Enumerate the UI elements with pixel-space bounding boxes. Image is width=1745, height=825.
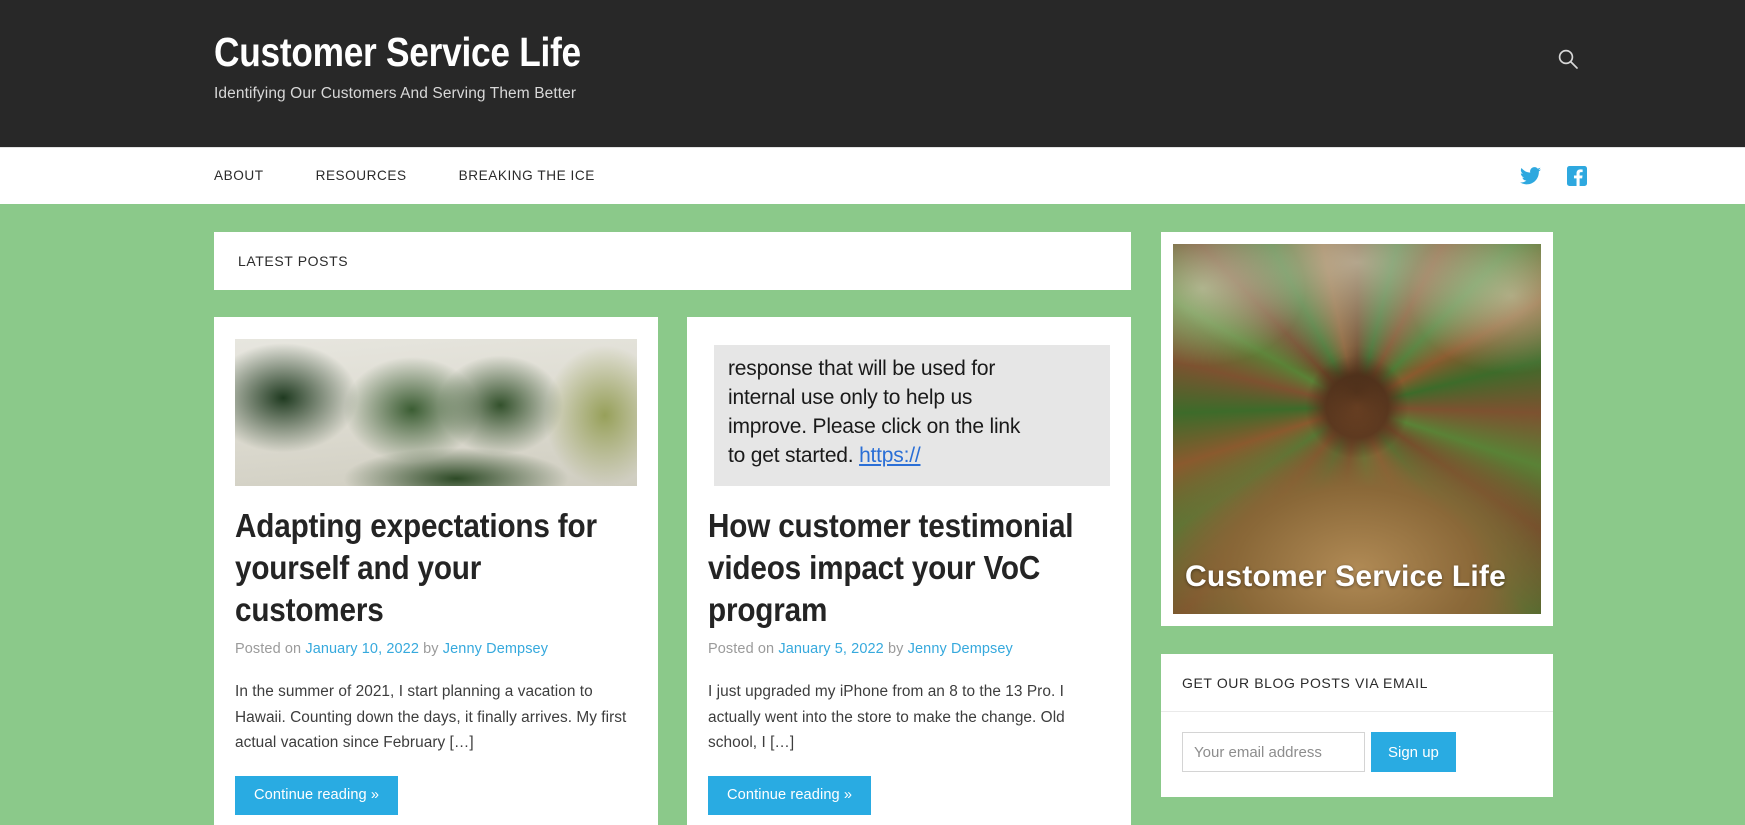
- post-date-link[interactable]: January 10, 2022: [305, 641, 419, 657]
- email-widget-title: GET OUR BLOG POSTS VIA EMAIL: [1161, 654, 1553, 712]
- post-card-inner: Adapting expectations for yourself and y…: [214, 317, 658, 815]
- header-inner: Customer Service Life Identifying Our Cu…: [0, 0, 1745, 103]
- post-date-link[interactable]: January 5, 2022: [778, 641, 884, 657]
- search-icon[interactable]: [1551, 42, 1585, 76]
- latest-posts-heading: LATEST POSTS: [238, 253, 349, 269]
- sidebar-email-widget: GET OUR BLOG POSTS VIA EMAIL Sign up: [1161, 654, 1553, 797]
- nav-link-about[interactable]: ABOUT: [214, 168, 264, 183]
- post-featured-image[interactable]: response that will be used for internal …: [708, 339, 1110, 486]
- email-input[interactable]: [1182, 732, 1365, 772]
- image-caption: Customer Service Life: [1185, 560, 1506, 593]
- by-label: by: [887, 641, 904, 657]
- post-card-inner: response that will be used for internal …: [687, 317, 1131, 815]
- sms-line-4: to get started. https://: [728, 441, 1096, 470]
- main-navigation: ABOUT RESOURCES BREAKING THE ICE: [0, 147, 1745, 204]
- post-title: How customer testimonial videos impact y…: [708, 505, 1110, 631]
- nav-item-resources[interactable]: RESOURCES: [316, 167, 407, 185]
- site-header: Customer Service Life Identifying Our Cu…: [0, 0, 1745, 147]
- posted-on-label: Posted on: [708, 641, 775, 657]
- tree-canopy-photo[interactable]: Customer Service Life: [1173, 244, 1541, 614]
- post-title-link[interactable]: Adapting expectations for yourself and y…: [235, 507, 597, 628]
- by-label: by: [423, 641, 439, 657]
- nav-item-breaking-the-ice[interactable]: BREAKING THE ICE: [459, 167, 595, 185]
- post-card: response that will be used for internal …: [687, 317, 1131, 825]
- sidebar-image-widget: Customer Service Life: [1161, 232, 1553, 626]
- posted-on-label: Posted on: [235, 641, 302, 657]
- sms-line-2: internal use only to help us: [728, 386, 973, 409]
- continue-reading-button[interactable]: Continue reading »: [708, 775, 872, 815]
- site-title[interactable]: Customer Service Life: [214, 29, 1531, 75]
- sms-line-4-text: to get started.: [728, 444, 854, 467]
- continue-reading-button[interactable]: Continue reading »: [235, 775, 399, 815]
- email-signup-form: Sign up: [1161, 712, 1553, 797]
- primary-content: LATEST POSTS Adapting expectations for y…: [214, 232, 1131, 825]
- post-title-link[interactable]: How customer testimonial videos impact y…: [708, 507, 1074, 628]
- text-message-screenshot: response that will be used for internal …: [708, 339, 1110, 486]
- sms-line-1: response that will be used for: [728, 357, 996, 380]
- post-author-link[interactable]: Jenny Dempsey: [908, 641, 1013, 657]
- latest-posts-panel: LATEST POSTS: [214, 232, 1131, 290]
- nav-item-about[interactable]: ABOUT: [214, 167, 264, 185]
- post-title: Adapting expectations for yourself and y…: [235, 505, 637, 631]
- palm-trees-photo: [235, 339, 637, 486]
- nav-link-resources[interactable]: RESOURCES: [316, 168, 407, 183]
- post-excerpt: In the summer of 2021, I start planning …: [235, 683, 627, 751]
- site-description: Identifying Our Customers And Serving Th…: [214, 85, 577, 103]
- twitter-icon[interactable]: [1520, 167, 1541, 185]
- signup-button[interactable]: Sign up: [1371, 732, 1456, 772]
- post-excerpt: I just upgraded my iPhone from an 8 to t…: [708, 683, 1065, 751]
- nav-link-breaking-the-ice[interactable]: BREAKING THE ICE: [459, 168, 595, 183]
- facebook-icon[interactable]: [1567, 166, 1587, 186]
- post-meta: Posted on January 5, 2022 by Jenny Demps…: [708, 641, 1110, 657]
- sms-line-3: improve. Please click on the link: [728, 415, 1021, 438]
- post-meta: Posted on January 10, 2022 by Jenny Demp…: [235, 641, 637, 657]
- sidebar: Customer Service Life GET OUR BLOG POSTS…: [1161, 232, 1553, 825]
- post-author-link[interactable]: Jenny Dempsey: [443, 641, 548, 657]
- sms-link[interactable]: https://: [859, 444, 921, 467]
- social-links: [1520, 148, 1587, 204]
- nav-menu: ABOUT RESOURCES BREAKING THE ICE: [0, 148, 1745, 204]
- post-card: Adapting expectations for yourself and y…: [214, 317, 658, 825]
- sms-bubble: response that will be used for internal …: [714, 345, 1110, 486]
- post-grid: Adapting expectations for yourself and y…: [214, 317, 1131, 825]
- post-featured-image[interactable]: [235, 339, 637, 486]
- site-content: LATEST POSTS Adapting expectations for y…: [0, 204, 1745, 825]
